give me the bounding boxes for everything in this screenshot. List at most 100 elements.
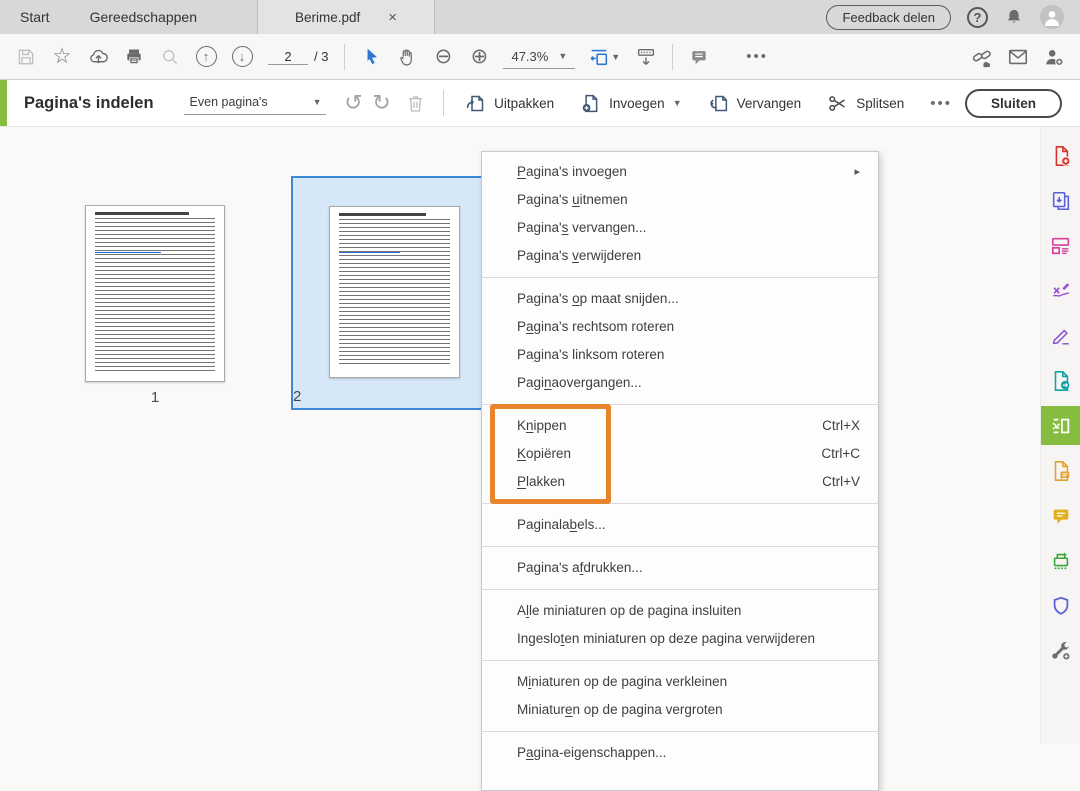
menu-item-paginas-op-maat-snijden[interactable]: Pagina's op maat snijden... — [482, 285, 878, 313]
search-icon[interactable] — [152, 40, 188, 74]
delete-pages-icon[interactable] — [401, 86, 429, 120]
menu-item-paginas-invoegen[interactable]: Pagina's invoegen▸ — [482, 158, 878, 186]
chevron-down-icon: ▼ — [313, 97, 322, 107]
menu-item-paginaovergangen-label: Paginaovergangen... — [517, 369, 860, 397]
menu-item-paginas-invoegen-label: Pagina's invoegen — [517, 158, 854, 186]
page-thumbnail-2-selected[interactable]: 2 — [291, 176, 498, 410]
page-range-dropdown[interactable]: Even pagina's ▼ — [184, 91, 326, 115]
sign-pen-icon[interactable] — [1041, 316, 1080, 355]
rotate-right-icon[interactable]: ↻ — [367, 90, 395, 116]
page-1-preview[interactable] — [85, 205, 225, 382]
save-icon[interactable] — [8, 40, 44, 74]
next-page-icon[interactable]: ↓ — [224, 40, 260, 74]
tab-document-label: Berime.pdf — [295, 10, 360, 25]
menu-item-paginas-linksom-roteren[interactable]: Pagina's linksom roteren — [482, 341, 878, 369]
more-options-icon[interactable]: ••• — [739, 40, 775, 74]
tab-start[interactable]: Start — [0, 0, 70, 34]
menu-item-paginas-rechtsom-roteren[interactable]: Pagina's rechtsom roteren — [482, 313, 878, 341]
export-pdf-icon[interactable] — [1041, 361, 1080, 400]
menu-item-paginalabels[interactable]: Paginalabels... — [482, 511, 878, 539]
titlebar-right: Feedback delen ? — [826, 0, 1080, 34]
menu-item-kopieren[interactable]: KopiërenCtrl+C — [482, 440, 878, 468]
combine-files-icon[interactable] — [1041, 181, 1080, 220]
share-link-icon[interactable] — [964, 40, 1000, 74]
menu-item-paginas-vervangen[interactable]: Pagina's vervangen... — [482, 214, 878, 242]
toolbar-divider — [672, 44, 673, 70]
tab-gereedschappen[interactable]: Gereedschappen — [70, 0, 217, 34]
fit-width-chevron-icon[interactable]: ▼ — [611, 52, 620, 62]
menu-item-paginas-afdrukken-label: Pagina's afdrukken... — [517, 554, 860, 582]
menu-item-pagina-eigenschappen[interactable]: Pagina-eigenschappen... — [482, 739, 878, 767]
page-number-input[interactable] — [268, 49, 308, 65]
fill-sign-icon[interactable] — [1041, 271, 1080, 310]
menu-item-miniaturen-verkleinen[interactable]: Miniaturen op de pagina verkleinen — [482, 668, 878, 696]
tab-document[interactable]: Berime.pdf × — [257, 0, 435, 34]
chevron-down-icon: ▼ — [558, 51, 567, 61]
close-tool-button[interactable]: Sluiten — [965, 89, 1062, 118]
cloud-upload-icon[interactable] — [80, 40, 116, 74]
add-user-icon[interactable] — [1036, 40, 1072, 74]
more-tools-icon[interactable] — [1041, 631, 1080, 670]
menu-item-paginas-vervangen-label: Pagina's vervangen... — [517, 214, 860, 242]
menu-separator — [482, 404, 878, 405]
quick-toolbar: ☆ ↑ ↓ / 3 ⊖ ⊕ 47.3% ▼ ▼ ••• — [0, 34, 1080, 80]
select-tool-icon[interactable] — [353, 40, 389, 74]
hand-tool-icon[interactable] — [389, 40, 425, 74]
protect-icon[interactable] — [1041, 586, 1080, 625]
menu-item-paginas-rechtsom-roteren-label: Pagina's rechtsom roteren — [517, 313, 860, 341]
star-icon[interactable]: ☆ — [44, 40, 80, 74]
menu-item-plakken-shortcut: Ctrl+V — [822, 468, 860, 496]
zoom-level-control[interactable]: 47.3% ▼ — [503, 45, 575, 69]
extract-button[interactable]: Uitpakken — [465, 93, 554, 114]
organize-pages-icon[interactable] — [1041, 406, 1080, 445]
menu-item-paginas-afdrukken[interactable]: Pagina's afdrukken... — [482, 554, 878, 582]
split-button-label: Splitsen — [856, 96, 904, 111]
more-tools-menu-icon[interactable]: ••• — [930, 95, 952, 112]
print-icon[interactable] — [116, 40, 152, 74]
menu-item-paginas-verwijderen[interactable]: Pagina's verwijderen — [482, 242, 878, 270]
rotate-left-icon[interactable]: ↺ — [340, 90, 368, 116]
avatar[interactable] — [1040, 5, 1064, 29]
email-icon[interactable] — [1000, 40, 1036, 74]
help-icon[interactable]: ? — [967, 7, 988, 28]
scroll-mode-icon[interactable] — [628, 40, 664, 74]
document-comment-icon[interactable] — [1041, 451, 1080, 490]
close-tab-icon[interactable]: × — [388, 10, 397, 25]
notifications-icon[interactable] — [1004, 7, 1024, 27]
menu-item-miniaturen-vergroten[interactable]: Miniaturen op de pagina vergroten — [482, 696, 878, 724]
tool-title: Pagina's indelen — [24, 94, 154, 113]
zoom-in-icon[interactable]: ⊕ — [461, 40, 497, 74]
menu-item-paginaovergangen[interactable]: Paginaovergangen... — [482, 369, 878, 397]
menu-separator — [482, 503, 878, 504]
insert-button-label: Invoegen — [609, 96, 665, 111]
chevron-down-icon: ▼ — [673, 98, 682, 108]
extract-button-label: Uitpakken — [494, 96, 554, 111]
context-menu: Pagina's invoegen▸Pagina's uitnemenPagin… — [481, 151, 879, 791]
menu-item-ingesloten-miniaturen-verwijderen[interactable]: Ingesloten miniaturen op deze pagina ver… — [482, 625, 878, 653]
menu-item-paginas-op-maat-snijden-label: Pagina's op maat snijden... — [517, 285, 860, 313]
edit-pdf-icon[interactable] — [1041, 226, 1080, 265]
menu-item-ingesloten-miniaturen-verwijderen-label: Ingesloten miniaturen op deze pagina ver… — [517, 625, 860, 653]
previous-page-icon[interactable]: ↑ — [188, 40, 224, 74]
page-2-preview[interactable] — [329, 206, 460, 378]
tools-sidebar — [1040, 127, 1080, 744]
menu-separator — [482, 277, 878, 278]
feedback-button[interactable]: Feedback delen — [826, 5, 951, 30]
create-pdf-icon[interactable] — [1041, 136, 1080, 175]
menu-item-paginas-uitnemen[interactable]: Pagina's uitnemen — [482, 186, 878, 214]
insert-button[interactable]: Invoegen ▼ — [580, 93, 681, 114]
menu-item-knippen[interactable]: KnippenCtrl+X — [482, 412, 878, 440]
split-button[interactable]: Splitsen — [827, 93, 904, 114]
comment-bubble-icon[interactable] — [1041, 496, 1080, 535]
submenu-arrow-icon: ▸ — [854, 158, 860, 186]
menu-separator — [482, 731, 878, 732]
page-thumbnail-1[interactable]: 1 — [85, 205, 225, 406]
menu-item-plakken-label: Plakken — [517, 468, 822, 496]
menu-item-plakken[interactable]: PlakkenCtrl+V — [482, 468, 878, 496]
comment-icon[interactable] — [681, 40, 717, 74]
menu-item-alle-miniaturen-insluiten[interactable]: Alle miniaturen op de pagina insluiten — [482, 597, 878, 625]
zoom-out-icon[interactable]: ⊖ — [425, 40, 461, 74]
replace-button[interactable]: Vervangen — [708, 93, 802, 114]
scan-ocr-icon[interactable] — [1041, 541, 1080, 580]
menu-item-alle-miniaturen-insluiten-label: Alle miniaturen op de pagina insluiten — [517, 597, 860, 625]
